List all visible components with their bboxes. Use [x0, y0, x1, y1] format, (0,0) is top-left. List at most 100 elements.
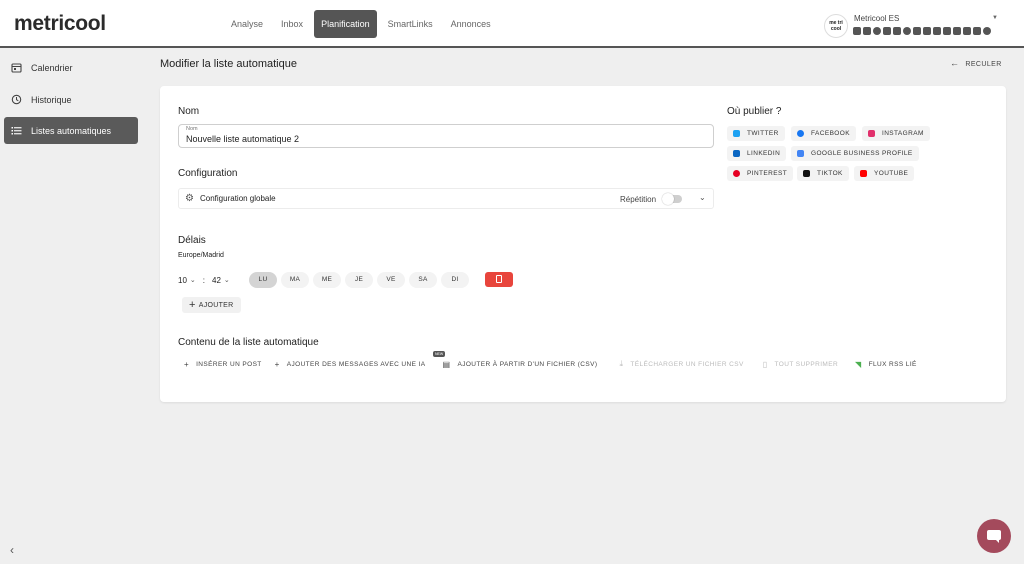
chat-bubble-tail [995, 539, 999, 543]
instagram-icon [873, 27, 881, 35]
add-ai-messages-button[interactable]: + AJOUTER DES MESSAGES AVEC UNE IA [275, 360, 426, 369]
trash-icon [496, 275, 502, 283]
sidebar-item-historique[interactable]: Historique [4, 86, 138, 113]
connected-networks [853, 27, 991, 35]
caret-down-icon: ▼ [992, 15, 998, 21]
new-badge: NEW [433, 351, 446, 357]
name-section-title: Nom [178, 106, 200, 117]
linkedin-icon [733, 150, 740, 157]
chevron-down-icon[interactable]: ⌄ [699, 193, 706, 202]
content-section-title: Contenu de la liste automatique [178, 337, 319, 348]
google-business-icon [797, 150, 804, 157]
chevron-down-icon: ⌄ [189, 277, 196, 284]
nav-annonces[interactable]: Annonces [444, 10, 498, 38]
publish-google-business[interactable]: GOOGLE BUSINESS PROFILE [791, 146, 919, 161]
sidebar-item-label: Listes automatiques [31, 125, 112, 136]
publish-tiktok[interactable]: TIKTOK [797, 166, 849, 181]
hour-select[interactable]: 10 ⌄ [178, 276, 196, 285]
publish-title: Où publier ? [727, 106, 782, 117]
publish-pinterest[interactable]: PINTEREST [727, 166, 794, 181]
repetition-label: Répétition [620, 195, 657, 204]
name-field-label: Nom [186, 126, 198, 132]
download-csv-button[interactable]: ⤓ TÉLÉCHARGER UN FICHIER CSV [619, 359, 743, 369]
nav-analyse[interactable]: Analyse [224, 10, 270, 38]
day-lu[interactable]: LU [249, 272, 277, 288]
trash-icon: ▯ [762, 359, 768, 369]
delete-slot-button[interactable] [485, 272, 513, 287]
plus-icon: + [189, 299, 196, 311]
file-import-icon: ▤ [442, 359, 451, 369]
plus-icon: + [274, 359, 280, 369]
publish-linkedin[interactable]: LINKEDIN [727, 146, 787, 161]
pinterest-icon [733, 170, 740, 177]
day-di[interactable]: DI [441, 272, 469, 288]
ads-icon [943, 27, 951, 35]
gear-icon: ⚙ [185, 193, 194, 204]
delete-all-button[interactable]: ▯ TOUT SUPPRIMER [763, 360, 838, 369]
content-actions: + INSÉRER UN POST + AJOUTER DES MESSAGES A… [184, 351, 917, 369]
name-field[interactable]: Nom [178, 124, 714, 148]
linked-rss-button[interactable]: ◥ FLUX RSS LIÉ [855, 360, 917, 369]
facebook-icon [797, 130, 804, 137]
twitter-icon [733, 130, 740, 137]
repetition-toggle[interactable] [662, 193, 682, 205]
facebook-icon [863, 27, 871, 35]
time-separator: : [202, 275, 206, 285]
config-label: Configuration globale [200, 194, 276, 203]
nav-planification[interactable]: Planification [314, 10, 377, 38]
google-ads-icon [963, 27, 971, 35]
rss-icon: ◥ [855, 359, 862, 369]
tiktok-ads-icon [983, 27, 991, 35]
add-slot-button[interactable]: + AJOUTER [182, 297, 241, 313]
pinterest-icon [903, 27, 911, 35]
sidebar-item-listes-automatiques[interactable]: Listes automatiques [4, 117, 138, 144]
plus-icon: + [184, 359, 190, 369]
metricool-logo[interactable]: metricool [14, 12, 106, 36]
day-selector: LU MA ME JE VE SA DI [249, 272, 469, 288]
time-picker: 10 ⌄ : 42 ⌄ [178, 272, 230, 288]
rss-icon [853, 27, 861, 35]
tiktok-icon [913, 27, 921, 35]
sidebar-item-label: Calendrier [31, 62, 73, 73]
youtube-icon [923, 27, 931, 35]
nav-inbox[interactable]: Inbox [274, 10, 310, 38]
minute-select[interactable]: 42 ⌄ [212, 276, 230, 285]
day-ve[interactable]: VE [377, 272, 405, 288]
publish-twitter[interactable]: TWITTER [727, 126, 785, 141]
account-switcher[interactable]: me tri cool Metricool ES ▼ [824, 12, 1014, 40]
google-business-icon [953, 27, 961, 35]
top-bar: metricool Analyse Inbox Planification Sm… [0, 0, 1024, 48]
autolist-form-card: Nom Nom Configuration ⚙ Configuration gl… [160, 86, 1006, 402]
config-accordion[interactable]: ⚙ Configuration globale Répétition ⌄ [178, 188, 714, 209]
main-nav: Analyse Inbox Planification SmartLinks A… [224, 10, 498, 38]
publish-instagram[interactable]: INSTAGRAM [862, 126, 930, 141]
youtube-icon [860, 170, 867, 177]
day-je[interactable]: JE [345, 272, 373, 288]
day-ma[interactable]: MA [281, 272, 309, 288]
publish-facebook[interactable]: FACEBOOK [791, 126, 856, 141]
delays-section-title: Délais [178, 235, 206, 246]
history-icon [10, 94, 22, 106]
import-csv-button[interactable]: ▤ AJOUTER À PARTIR D'UN FICHIER (CSV) [443, 360, 598, 369]
meta-ads-icon [973, 27, 981, 35]
day-sa[interactable]: SA [409, 272, 437, 288]
page-title: Modifier la liste automatique [160, 58, 297, 70]
linkedin-icon [893, 27, 901, 35]
toggle-knob [662, 193, 674, 205]
timezone-label: Europe/Madrid [178, 252, 224, 259]
sidebar-item-label: Historique [31, 94, 72, 105]
arrow-left-icon: ← [950, 58, 960, 68]
twitch-icon [933, 27, 941, 35]
sidebar-item-calendrier[interactable]: Calendrier [4, 54, 138, 81]
publish-youtube[interactable]: YOUTUBE [854, 166, 915, 181]
instagram-icon [868, 130, 875, 137]
name-input[interactable] [186, 134, 706, 144]
calendar-icon [10, 62, 22, 74]
nav-smartlinks[interactable]: SmartLinks [381, 10, 440, 38]
chat-button[interactable] [977, 519, 1011, 553]
back-button[interactable]: ← RECULER [950, 58, 1002, 68]
twitter-icon [883, 27, 891, 35]
day-me[interactable]: ME [313, 272, 341, 288]
insert-post-button[interactable]: + INSÉRER UN POST [184, 360, 262, 369]
collapse-sidebar-icon[interactable]: ‹ [10, 543, 14, 557]
